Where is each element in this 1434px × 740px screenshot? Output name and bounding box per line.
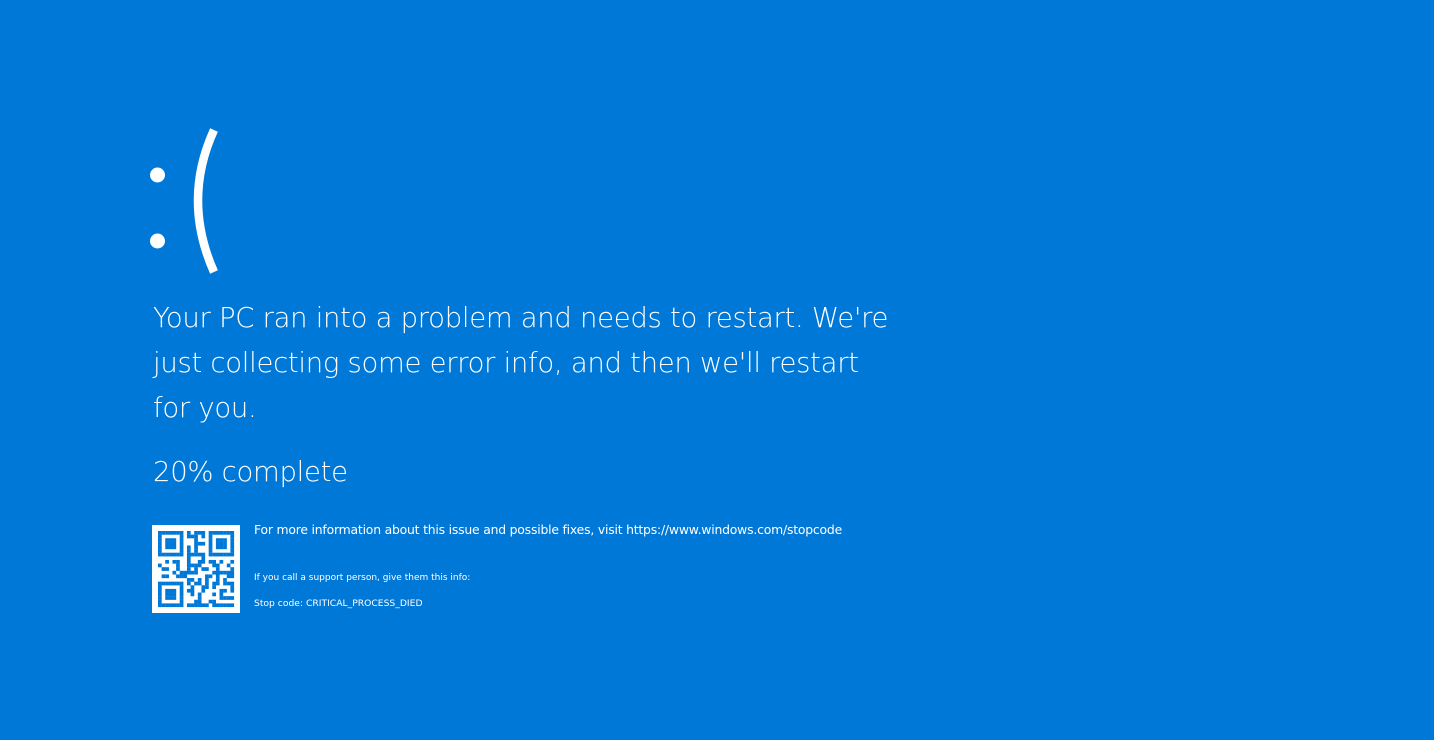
- progress-text: 20% complete: [153, 456, 348, 488]
- error-message: Your PC ran into a problem and needs to …: [153, 302, 889, 424]
- blue-screen: Your PC ran into a problem and needs to …: [0, 0, 1434, 740]
- support-text: If you call a support person, give them …: [254, 573, 471, 583]
- stop-code-text: Stop code: CRITICAL_PROCESS_DIED: [254, 598, 423, 609]
- qr-code-icon: [152, 525, 240, 613]
- more-info-text: For more information about this issue an…: [254, 522, 842, 537]
- sad-face-icon: [146, 128, 236, 278]
